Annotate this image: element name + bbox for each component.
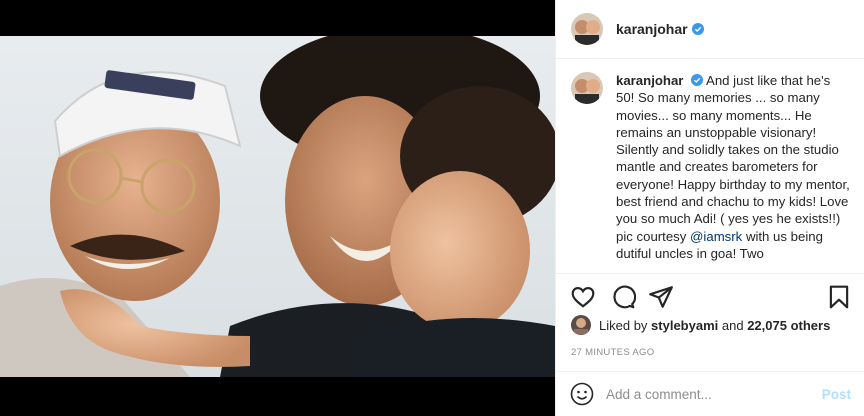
caption-username[interactable]: karanjohar — [616, 73, 683, 88]
post-photo[interactable] — [0, 36, 555, 377]
post-media — [0, 0, 555, 416]
author-username[interactable]: karanjohar — [616, 21, 688, 37]
heart-icon[interactable] — [570, 284, 596, 310]
comment-input[interactable] — [606, 386, 822, 402]
instagram-post-modal: karanjohar karanjohar And just like that… — [0, 0, 864, 416]
post-actions: Liked by stylebyami and 22,075 others 27… — [556, 273, 864, 378]
verified-badge-icon — [691, 23, 704, 35]
verified-badge-icon — [691, 74, 704, 86]
bookmark-icon[interactable] — [826, 284, 852, 310]
post-side-panel: karanjohar karanjohar And just like that… — [555, 0, 864, 416]
liked-by-and: and — [721, 317, 744, 333]
liker-avatar[interactable] — [571, 315, 591, 335]
caption-avatar[interactable] — [571, 72, 603, 104]
action-icons — [570, 284, 852, 310]
comment-icon[interactable] — [610, 284, 636, 310]
liked-by-prefix: Liked by — [599, 317, 648, 333]
emoji-icon[interactable] — [570, 382, 594, 406]
likes-summary: Liked by stylebyami and 22,075 others — [571, 315, 830, 335]
caption-mention-link[interactable]: @iamsrk — [690, 229, 742, 244]
post-timestamp[interactable]: 27 MINUTES AGO — [571, 347, 654, 358]
caption-section: karanjohar And just like that he's 50! S… — [556, 72, 864, 272]
liked-by-user[interactable]: stylebyami — [651, 318, 718, 333]
author-avatar[interactable] — [571, 13, 603, 45]
caption-text: karanjohar And just like that he's 50! S… — [616, 72, 852, 272]
comment-bar: Post — [556, 371, 864, 416]
likes-count[interactable]: 22,075 others — [747, 318, 830, 333]
caption-body: And just like that he's 50! So many memo… — [616, 73, 850, 244]
share-icon[interactable] — [648, 284, 674, 310]
post-comment-button[interactable]: Post — [822, 387, 851, 402]
post-header: karanjohar — [556, 0, 864, 59]
